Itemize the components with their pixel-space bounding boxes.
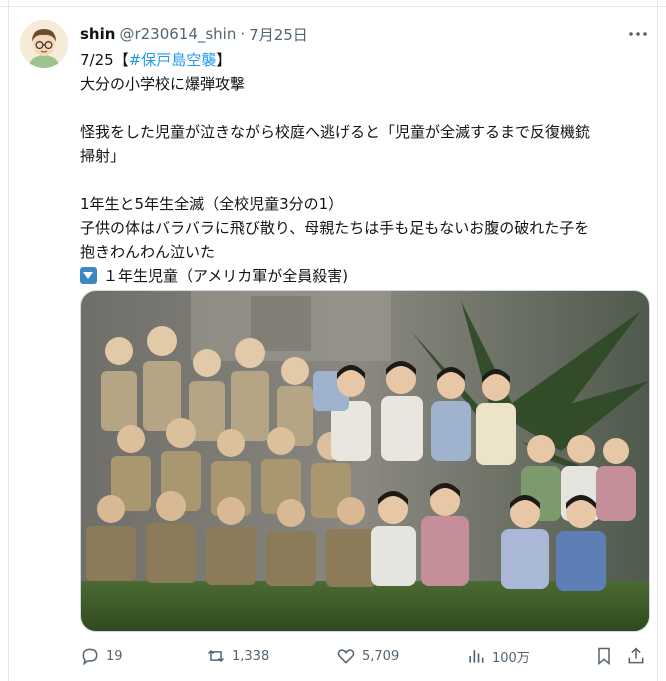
text-line-5: 1年生と5年生全滅（全校児童3分の1） [80, 195, 344, 213]
repost-icon [207, 649, 225, 663]
text-line-8: １年生児童（アメリカ軍が全員殺害) [80, 264, 650, 288]
text-line-1: 7/25【#保戸島空襲】 [80, 48, 650, 72]
post-date[interactable]: 7月25日 [249, 24, 308, 45]
more-dots-icon [629, 32, 647, 36]
action-bar: 19 1,338 5,709 100万 [80, 642, 648, 670]
text-line-6: 子供の体はバラバラに飛び散り、母親たちは手も足もないお腹の破れた子を [80, 219, 590, 237]
down-arrow-keycap-icon [80, 267, 97, 284]
author-name[interactable]: shin [80, 25, 115, 43]
class-photo-image [81, 291, 649, 631]
text-gap [80, 168, 650, 192]
views-button[interactable]: 100万 [466, 642, 530, 670]
bookmark-button[interactable] [594, 642, 614, 670]
card-left-border [8, 0, 9, 681]
card-top-border [0, 0, 666, 7]
post-header: shin @r230614_shin · 7月25日 [80, 24, 308, 44]
bar-chart-icon [469, 650, 484, 663]
avatar[interactable] [20, 20, 68, 68]
share-button[interactable] [626, 642, 646, 670]
repost-count: 1,338 [232, 648, 270, 664]
share-icon [628, 647, 644, 664]
text-line-3: 怪我をした児童が泣きながら校庭へ逃げると「児童が全滅するまで反復機銃 [80, 123, 591, 141]
bracket-close: 】 [216, 51, 232, 69]
text-line-4: 掃射」 [80, 147, 126, 165]
reply-button[interactable]: 19 [80, 642, 123, 670]
bookmark-icon [598, 647, 610, 666]
heart-icon [337, 649, 355, 664]
like-button[interactable]: 5,709 [336, 642, 399, 670]
more-button[interactable] [626, 24, 650, 44]
hashtag-link[interactable]: #保戸島空襲 [129, 51, 217, 69]
post-photo[interactable] [80, 290, 650, 632]
reply-count: 19 [106, 648, 123, 664]
cartoon-avatar-icon [20, 20, 68, 68]
header-separator: · [240, 25, 246, 43]
views-count: 100万 [492, 650, 530, 666]
repost-button[interactable]: 1,338 [206, 642, 269, 670]
post-date-text: 7/25 [80, 51, 114, 69]
text-line-8-label: １年生児童（アメリカ軍が全員殺害) [103, 267, 349, 285]
like-count: 5,709 [362, 648, 400, 664]
text-line-7: 抱きわんわん泣いた [80, 243, 216, 261]
author-handle[interactable]: @r230614_shin [119, 25, 236, 43]
text-line-2: 大分の小学校に爆弾攻撃 [80, 75, 246, 93]
post-text: 7/25【#保戸島空襲】 大分の小学校に爆弾攻撃 怪我をした児童が泣きながら校庭… [80, 48, 650, 288]
bracket-open: 【 [113, 51, 129, 69]
text-gap [80, 96, 650, 120]
card-right-border [657, 0, 658, 681]
reply-icon [82, 648, 98, 666]
